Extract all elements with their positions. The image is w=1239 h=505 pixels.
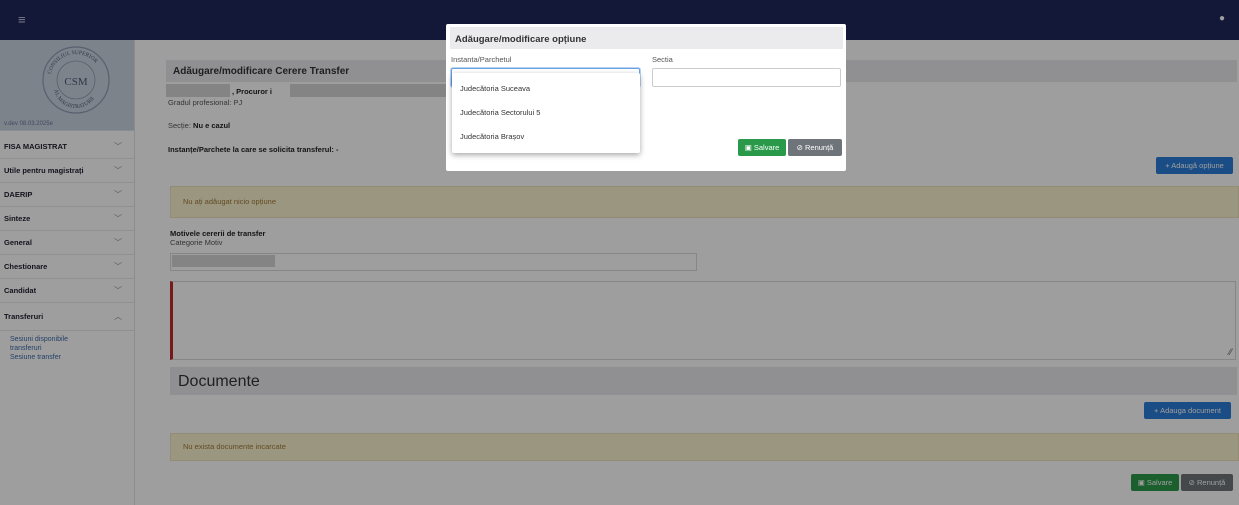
- save-icon: ▣: [744, 143, 754, 152]
- modal-cancel-label: Renunță: [805, 143, 834, 152]
- modal-title: Adăugare/modificare opțiune: [455, 34, 587, 45]
- instanta-dropdown: Judecătoria Suceava Judecătoria Sectorul…: [452, 73, 640, 153]
- instanta-label: Instanta/Parchetul: [451, 55, 512, 64]
- modal-save-button[interactable]: ▣ Salvare: [738, 139, 786, 156]
- sectia-label: Sectia: [652, 55, 673, 64]
- dropdown-option[interactable]: Judecătoria Brașov: [460, 132, 524, 141]
- cancel-icon: ⊘: [796, 143, 805, 152]
- sectia-select[interactable]: [652, 68, 841, 87]
- modal-cancel-button[interactable]: ⊘ Renunță: [788, 139, 842, 156]
- modal-save-label: Salvare: [753, 143, 780, 152]
- modal-header: Adăugare/modificare opțiune: [450, 27, 843, 49]
- dropdown-option[interactable]: Judecătoria Sectorului 5: [460, 108, 540, 117]
- dropdown-option[interactable]: Judecătoria Suceava: [460, 84, 530, 93]
